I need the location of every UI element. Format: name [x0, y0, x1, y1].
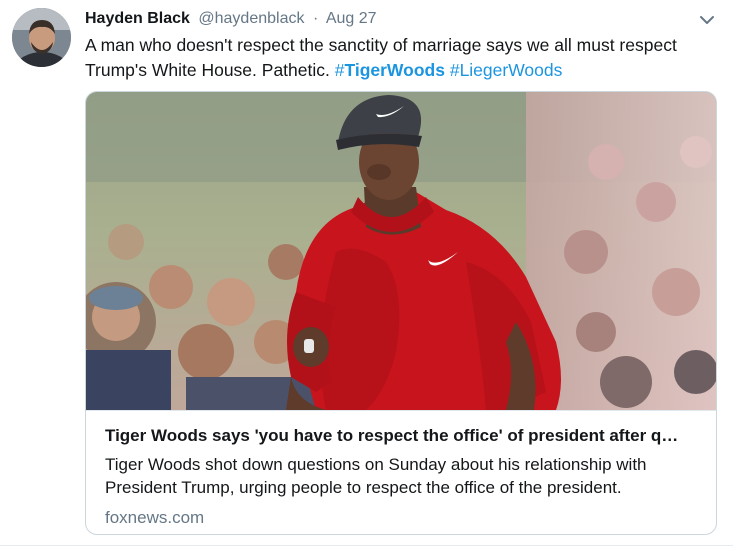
golfer-photo: [86, 92, 716, 410]
author-handle[interactable]: @haydenblack: [198, 10, 304, 27]
separator-dot: ·: [312, 10, 319, 27]
card-image[interactable]: [86, 92, 716, 410]
hashtag-prefix: #: [334, 60, 345, 80]
link-preview-card[interactable]: Tiger Woods says 'you have to respect th…: [85, 91, 717, 535]
card-text-area[interactable]: Tiger Woods says 'you have to respect th…: [86, 410, 716, 534]
chevron-down-icon[interactable]: [697, 10, 717, 30]
card-title[interactable]: Tiger Woods says 'you have to respect th…: [105, 425, 697, 447]
avatar-photo: [12, 8, 71, 67]
author-name[interactable]: Hayden Black: [85, 10, 190, 27]
hashtag-word: LiegerWoods: [459, 60, 563, 80]
card-description: Tiger Woods shot down questions on Sunda…: [105, 455, 647, 497]
tweet-header: Hayden Black @haydenblack · Aug 27: [85, 8, 693, 30]
hashtag-word: TigerWoods: [344, 60, 445, 80]
hashtag-liegerwoods[interactable]: #LiegerWoods: [450, 60, 563, 80]
hashtag-tigerwoods[interactable]: #TigerWoods: [335, 60, 445, 80]
tweet[interactable]: Hayden Black @haydenblack · Aug 27 A man…: [0, 0, 733, 546]
hashtag-prefix: #: [449, 60, 460, 80]
tweet-timestamp[interactable]: Aug 27: [326, 10, 377, 27]
card-domain: foxnews.com: [105, 508, 205, 527]
tweet-text: A man who doesn't respect the sanctity o…: [85, 33, 705, 83]
avatar[interactable]: [12, 8, 71, 67]
